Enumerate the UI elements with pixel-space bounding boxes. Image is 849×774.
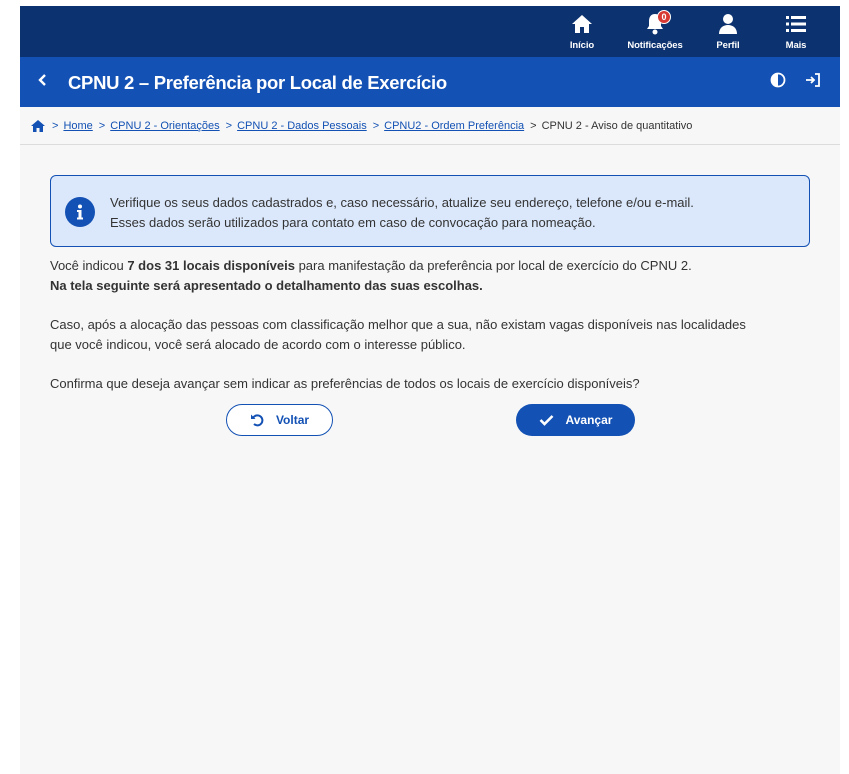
summary-count: 7 dos 31 locais disponíveis [127, 258, 295, 273]
user-icon [716, 12, 740, 36]
undo-icon [250, 413, 264, 427]
main-content: Você indicou 7 dos 31 locais disponíveis… [50, 256, 820, 413]
top-navbar: Início 0 Notificações Perfil Mais [20, 6, 840, 57]
allocation-line-1: Caso, após a alocação das pessoas com cl… [50, 317, 746, 332]
breadcrumb-link-dados-pessoais[interactable]: CPNU 2 - Dados Pessoais [237, 120, 367, 132]
paragraph-summary: Você indicou 7 dos 31 locais disponíveis… [50, 256, 820, 296]
nav-label-mais: Mais [785, 40, 807, 51]
nav-label-perfil: Perfil [716, 40, 740, 51]
breadcrumb-link-home[interactable]: Home [63, 120, 92, 132]
paragraph-allocation: Caso, após a alocação das pessoas com cl… [50, 315, 820, 355]
chevron-left-icon [37, 73, 47, 92]
nav-item-notificacoes[interactable]: 0 Notificações [616, 6, 694, 57]
info-icon [65, 197, 95, 227]
nav-item-mais[interactable]: Mais [762, 6, 830, 57]
alert-line-2: Esses dados serão utilizados para contat… [110, 215, 596, 230]
alert-line-1: Verifique os seus dados cadastrados e, c… [110, 195, 694, 210]
breadcrumb-separator: > [225, 119, 233, 132]
breadcrumb-separator: > [98, 119, 106, 132]
summary-next-screen: Na tela seguinte será apresentado o deta… [50, 278, 483, 293]
allocation-line-2: que você indicou, você será alocado de a… [50, 337, 466, 352]
page-title: CPNU 2 – Preferência por Local de Exercí… [68, 72, 447, 93]
voltar-button[interactable]: Voltar [226, 404, 333, 436]
home-icon [570, 12, 594, 36]
voltar-label: Voltar [275, 413, 310, 427]
breadcrumb: > Home > CPNU 2 - Orientações > CPNU 2 -… [20, 107, 840, 145]
page-titlebar: CPNU 2 – Preferência por Local de Exercí… [20, 57, 840, 107]
breadcrumb-separator: > [372, 119, 380, 132]
avancar-label: Avançar [565, 413, 613, 427]
contrast-toggle-button[interactable] [768, 72, 788, 92]
top-nav: Início 0 Notificações Perfil Mais [548, 6, 830, 57]
sign-out-icon [805, 72, 821, 93]
nav-label-inicio: Início [569, 40, 595, 51]
breadcrumb-home-icon[interactable] [30, 119, 46, 133]
breadcrumb-separator: > [52, 119, 59, 132]
breadcrumb-link-orientacoes[interactable]: CPNU 2 - Orientações [110, 120, 219, 132]
list-icon [784, 12, 808, 36]
nav-item-perfil[interactable]: Perfil [694, 6, 762, 57]
paragraph-confirm: Confirma que deseja avançar sem indicar … [50, 376, 640, 391]
nav-item-inicio[interactable]: Início [548, 6, 616, 57]
contrast-icon [770, 72, 786, 93]
check-icon [539, 414, 554, 426]
breadcrumb-link-ordem-preferencia[interactable]: CPNU2 - Ordem Preferência [384, 120, 524, 132]
app-frame: Início 0 Notificações Perfil Mais CPNU 2… [20, 6, 840, 774]
logout-button[interactable] [803, 72, 823, 92]
info-alert: Verifique os seus dados cadastrados e, c… [50, 175, 810, 247]
breadcrumb-current: CPNU 2 - Aviso de quantitativo [541, 119, 693, 132]
nav-label-notificacoes: Notificações [627, 40, 683, 51]
alert-text: Verifique os seus dados cadastrados e, c… [110, 193, 694, 233]
back-button[interactable] [32, 70, 52, 94]
avancar-button[interactable]: Avançar [516, 404, 635, 436]
breadcrumb-separator: > [530, 119, 537, 132]
notification-badge: 0 [657, 10, 671, 24]
summary-text-post: para manifestação da preferência por loc… [294, 258, 692, 273]
summary-text-pre: Você indicou [50, 258, 128, 273]
